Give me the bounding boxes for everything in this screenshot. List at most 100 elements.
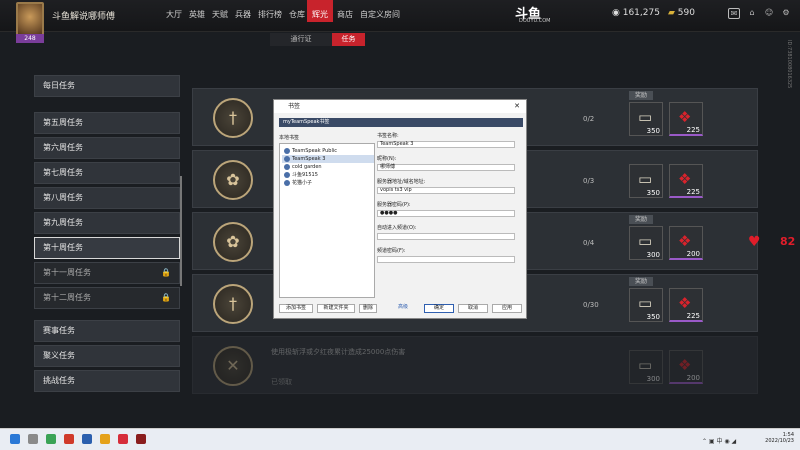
- task-progress: 0/2: [583, 115, 595, 123]
- gift-icon[interactable]: ⌂: [746, 8, 758, 19]
- scroll-icon: ▭: [638, 170, 653, 188]
- reward-tag: 奖励: [629, 91, 653, 100]
- auto-channel-field[interactable]: [377, 233, 515, 240]
- nickname-field[interactable]: 哪师傅: [377, 164, 515, 171]
- nav-lobby[interactable]: 大厅: [166, 9, 182, 20]
- task-progress: 0/3: [583, 177, 595, 185]
- lock-icon: 🔒: [161, 268, 171, 277]
- gem-reward[interactable]: ❖ 200: [669, 226, 703, 260]
- sidebar-item-week7[interactable]: 第七周任务: [34, 162, 180, 184]
- teamspeak-icon[interactable]: [82, 434, 92, 444]
- tree-item-label: cold garden: [292, 164, 322, 170]
- task-progress: 0/30: [583, 301, 599, 309]
- windows-start-icon[interactable]: [10, 434, 20, 444]
- sidebar-item-daily[interactable]: 每日任务: [34, 75, 180, 97]
- gem-reward[interactable]: ❖ 225: [669, 164, 703, 198]
- reward-count: 225: [686, 188, 700, 196]
- gem-reward[interactable]: ❖ 225: [669, 102, 703, 136]
- sidebar-scrollbar[interactable]: [180, 176, 182, 286]
- server-password-field[interactable]: ●●●●: [377, 210, 515, 217]
- new-folder-button[interactable]: 新建文件夹: [317, 304, 355, 313]
- reward-count: 350: [646, 189, 660, 197]
- apply-button[interactable]: 应用: [492, 304, 522, 313]
- sidebar-item-gathering[interactable]: 聚义任务: [34, 345, 180, 367]
- cancel-button[interactable]: 取消: [458, 304, 488, 313]
- scroll-reward[interactable]: ▭ 350: [629, 102, 663, 136]
- delete-button[interactable]: 删除: [359, 304, 377, 313]
- sidebar-item-week12[interactable]: 第十二周任务 🔒: [34, 287, 180, 309]
- coin-count: ◉ 161,275: [612, 8, 660, 18]
- advanced-link[interactable]: 高级: [394, 304, 412, 313]
- tree-item[interactable]: cold garden: [282, 163, 374, 171]
- nav-shop[interactable]: 商店: [337, 9, 353, 20]
- sidebar-item-challenge[interactable]: 挑战任务: [34, 370, 180, 392]
- task-progress: 0/4: [583, 239, 595, 247]
- server-icon: [284, 156, 290, 162]
- bookmark-tree[interactable]: TeamSpeak Public TeamSpeak 3 cold garden…: [279, 143, 375, 298]
- tree-item[interactable]: 斗鱼91515: [282, 171, 374, 179]
- tree-label: 本地书签: [279, 135, 300, 141]
- sidebar-item-week8[interactable]: 第八周任务: [34, 187, 180, 209]
- tree-item[interactable]: TeamSpeak 3: [282, 155, 374, 163]
- nav-talents[interactable]: 天赋: [212, 9, 228, 20]
- sidebar-item-week10[interactable]: 第十周任务: [34, 237, 180, 259]
- nav-heroes[interactable]: 英雄: [189, 9, 205, 20]
- reward-count: 350: [646, 313, 660, 321]
- scroll-icon: ▭: [638, 356, 653, 374]
- field-label: 昵称(N):: [377, 156, 397, 162]
- channel-password-field[interactable]: [377, 256, 515, 263]
- douyu-app-icon[interactable]: [118, 434, 128, 444]
- reward-count: 300: [646, 251, 660, 259]
- sidebar-item-label: 第十二周任务: [43, 293, 91, 302]
- sidebar-item-events[interactable]: 赛事任务: [34, 320, 180, 342]
- nav-glow[interactable]: 辉光: [312, 9, 328, 20]
- sidebar-item-week6[interactable]: 第六周任务: [34, 137, 180, 159]
- windows-taskbar: ⌃ ▣ 中 ◉ ◢ 1:54 2022/10/23: [0, 428, 800, 450]
- friends-icon[interactable]: ☺: [763, 8, 775, 19]
- bookmark-name-field[interactable]: TeamSpeak 3: [377, 141, 515, 148]
- chrome-icon[interactable]: [46, 434, 56, 444]
- nav-storage[interactable]: 仓库: [289, 9, 305, 20]
- scroll-reward[interactable]: ▭ 300: [629, 350, 663, 384]
- gold-count: ▰ 590: [668, 8, 695, 18]
- game-icon[interactable]: [136, 434, 146, 444]
- nav-custom-room[interactable]: 自定义房间: [360, 9, 400, 20]
- red-gem-icon: ❖: [678, 356, 692, 374]
- system-tray[interactable]: ⌃ ▣ 中 ◉ ◢: [702, 436, 736, 445]
- sidebar-item-week11[interactable]: 第十一周任务 🔒: [34, 262, 180, 284]
- tree-item-label: TeamSpeak 3: [292, 156, 326, 162]
- field-label: 书签名称:: [377, 133, 399, 139]
- bookmark-dialog: 书签 ✕ myTeamSpeak书签 本地书签 TeamSpeak Public…: [273, 99, 527, 319]
- sub-tabs: 通行证 任务: [270, 33, 400, 46]
- scroll-reward[interactable]: ▭ 350: [629, 164, 663, 198]
- scroll-reward[interactable]: ▭ 300: [629, 226, 663, 260]
- mail-icon[interactable]: ✉: [728, 8, 740, 19]
- scroll-reward[interactable]: ▭ 350: [629, 288, 663, 322]
- close-button[interactable]: ✕: [514, 100, 520, 113]
- add-bookmark-button[interactable]: 添加书签: [279, 304, 313, 313]
- tree-item[interactable]: TeamSpeak Public: [282, 147, 374, 155]
- avatar[interactable]: [16, 2, 44, 38]
- reward-count: 200: [686, 250, 700, 258]
- reward-tag: 奖励: [629, 215, 653, 224]
- player-name: 斗鱼解说哪师傅: [52, 12, 116, 22]
- ok-button[interactable]: 确定: [424, 304, 454, 313]
- red-gem-icon: ❖: [678, 170, 692, 188]
- douyu-url: DOUYU.COM: [519, 18, 551, 24]
- nav-ranking[interactable]: 排行榜: [258, 9, 282, 20]
- tab-tasks[interactable]: 任务: [332, 33, 365, 46]
- server-address-field[interactable]: vopis ts3 vip: [377, 187, 515, 194]
- clock[interactable]: 1:54 2022/10/23: [760, 432, 794, 444]
- folder-icon[interactable]: [100, 434, 110, 444]
- gem-reward[interactable]: ❖ 200: [669, 350, 703, 384]
- nav-weapons[interactable]: 兵器: [235, 9, 251, 20]
- app-icon[interactable]: [64, 434, 74, 444]
- sidebar-item-week5[interactable]: 第五周任务: [34, 112, 180, 134]
- sidebar-item-week9[interactable]: 第九周任务: [34, 212, 180, 234]
- search-icon[interactable]: [28, 434, 38, 444]
- reward-count: 350: [646, 127, 660, 135]
- gem-reward[interactable]: ❖ 225: [669, 288, 703, 322]
- tab-battle-pass[interactable]: 通行证: [270, 33, 332, 46]
- gear-icon[interactable]: ⚙: [780, 8, 792, 19]
- tree-item[interactable]: 花猫小子: [282, 179, 374, 187]
